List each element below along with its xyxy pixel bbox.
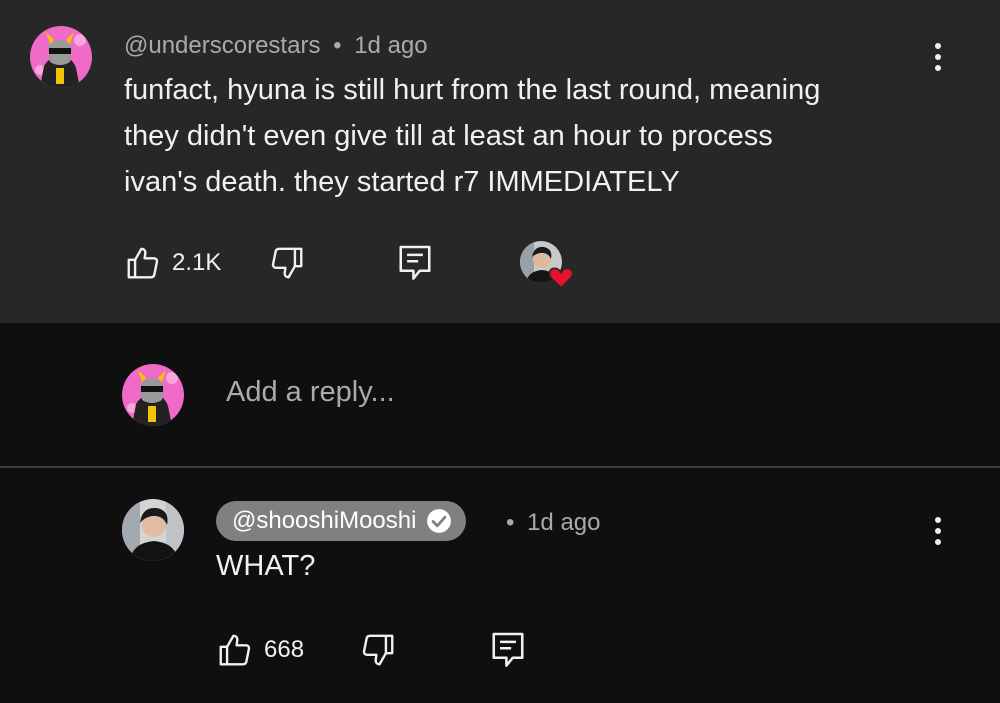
reply-button[interactable] [396,242,434,282]
meta-separator: • [506,509,515,536]
meta-separator: • [333,32,342,59]
verified-check-icon [427,509,452,533]
like-button[interactable]: 2.1K [124,244,221,282]
reply-meta: • 1d ago [506,509,600,537]
avatar-underscorestars[interactable] [30,26,92,88]
thumbs-down-icon [271,247,303,279]
comment-more-button[interactable] [932,43,944,71]
heart-icon [548,267,574,289]
comment-line: funfact, hyuna is still hurt from the la… [124,74,821,106]
reply-time: 1d ago [527,509,601,536]
more-vert-icon [935,43,941,49]
reply-dislike-button[interactable] [359,631,397,669]
comment-time: 1d ago [354,32,428,59]
reply-more-button[interactable] [932,517,944,545]
own-avatar [122,364,184,426]
own-avatar-image [122,364,184,426]
comment-line: ivan's death. they started r7 IMMEDIATEL… [124,166,680,198]
reply-input[interactable]: Add a reply... [226,376,395,409]
reply-author-pill[interactable]: @shooshiMooshi [216,501,467,541]
thumbs-up-icon [127,247,159,279]
reply-reply-button[interactable] [489,629,527,669]
comment-line: they didn't even give till at least an h… [124,120,773,152]
reply-author: @shooshiMooshi [232,507,417,534]
dislike-button[interactable] [268,244,306,282]
reply-avatar-image [122,499,184,561]
highlighted-comment: @underscorestars • 1d ago funfact, hyuna… [0,0,1000,323]
comment-body: funfact, hyuna is still hurt from the la… [124,67,924,205]
reply-icon [492,632,524,667]
reply-icon [399,245,431,280]
reply-body: WHAT? [216,550,316,582]
avatar-shooshimooshi[interactable] [122,499,184,561]
thumbs-down-icon [362,634,394,666]
avatar-image [30,26,92,88]
reply-like-button[interactable]: 668 [216,631,304,669]
like-count: 2.1K [172,249,222,276]
reply-like-count: 668 [264,636,305,663]
comment-author[interactable]: @underscorestars [124,32,320,59]
creator-heart [520,241,576,291]
comment-meta: @underscorestars • 1d ago [124,32,428,60]
divider [0,466,1000,468]
more-vert-icon [935,517,941,523]
thumbs-up-icon [219,634,251,666]
